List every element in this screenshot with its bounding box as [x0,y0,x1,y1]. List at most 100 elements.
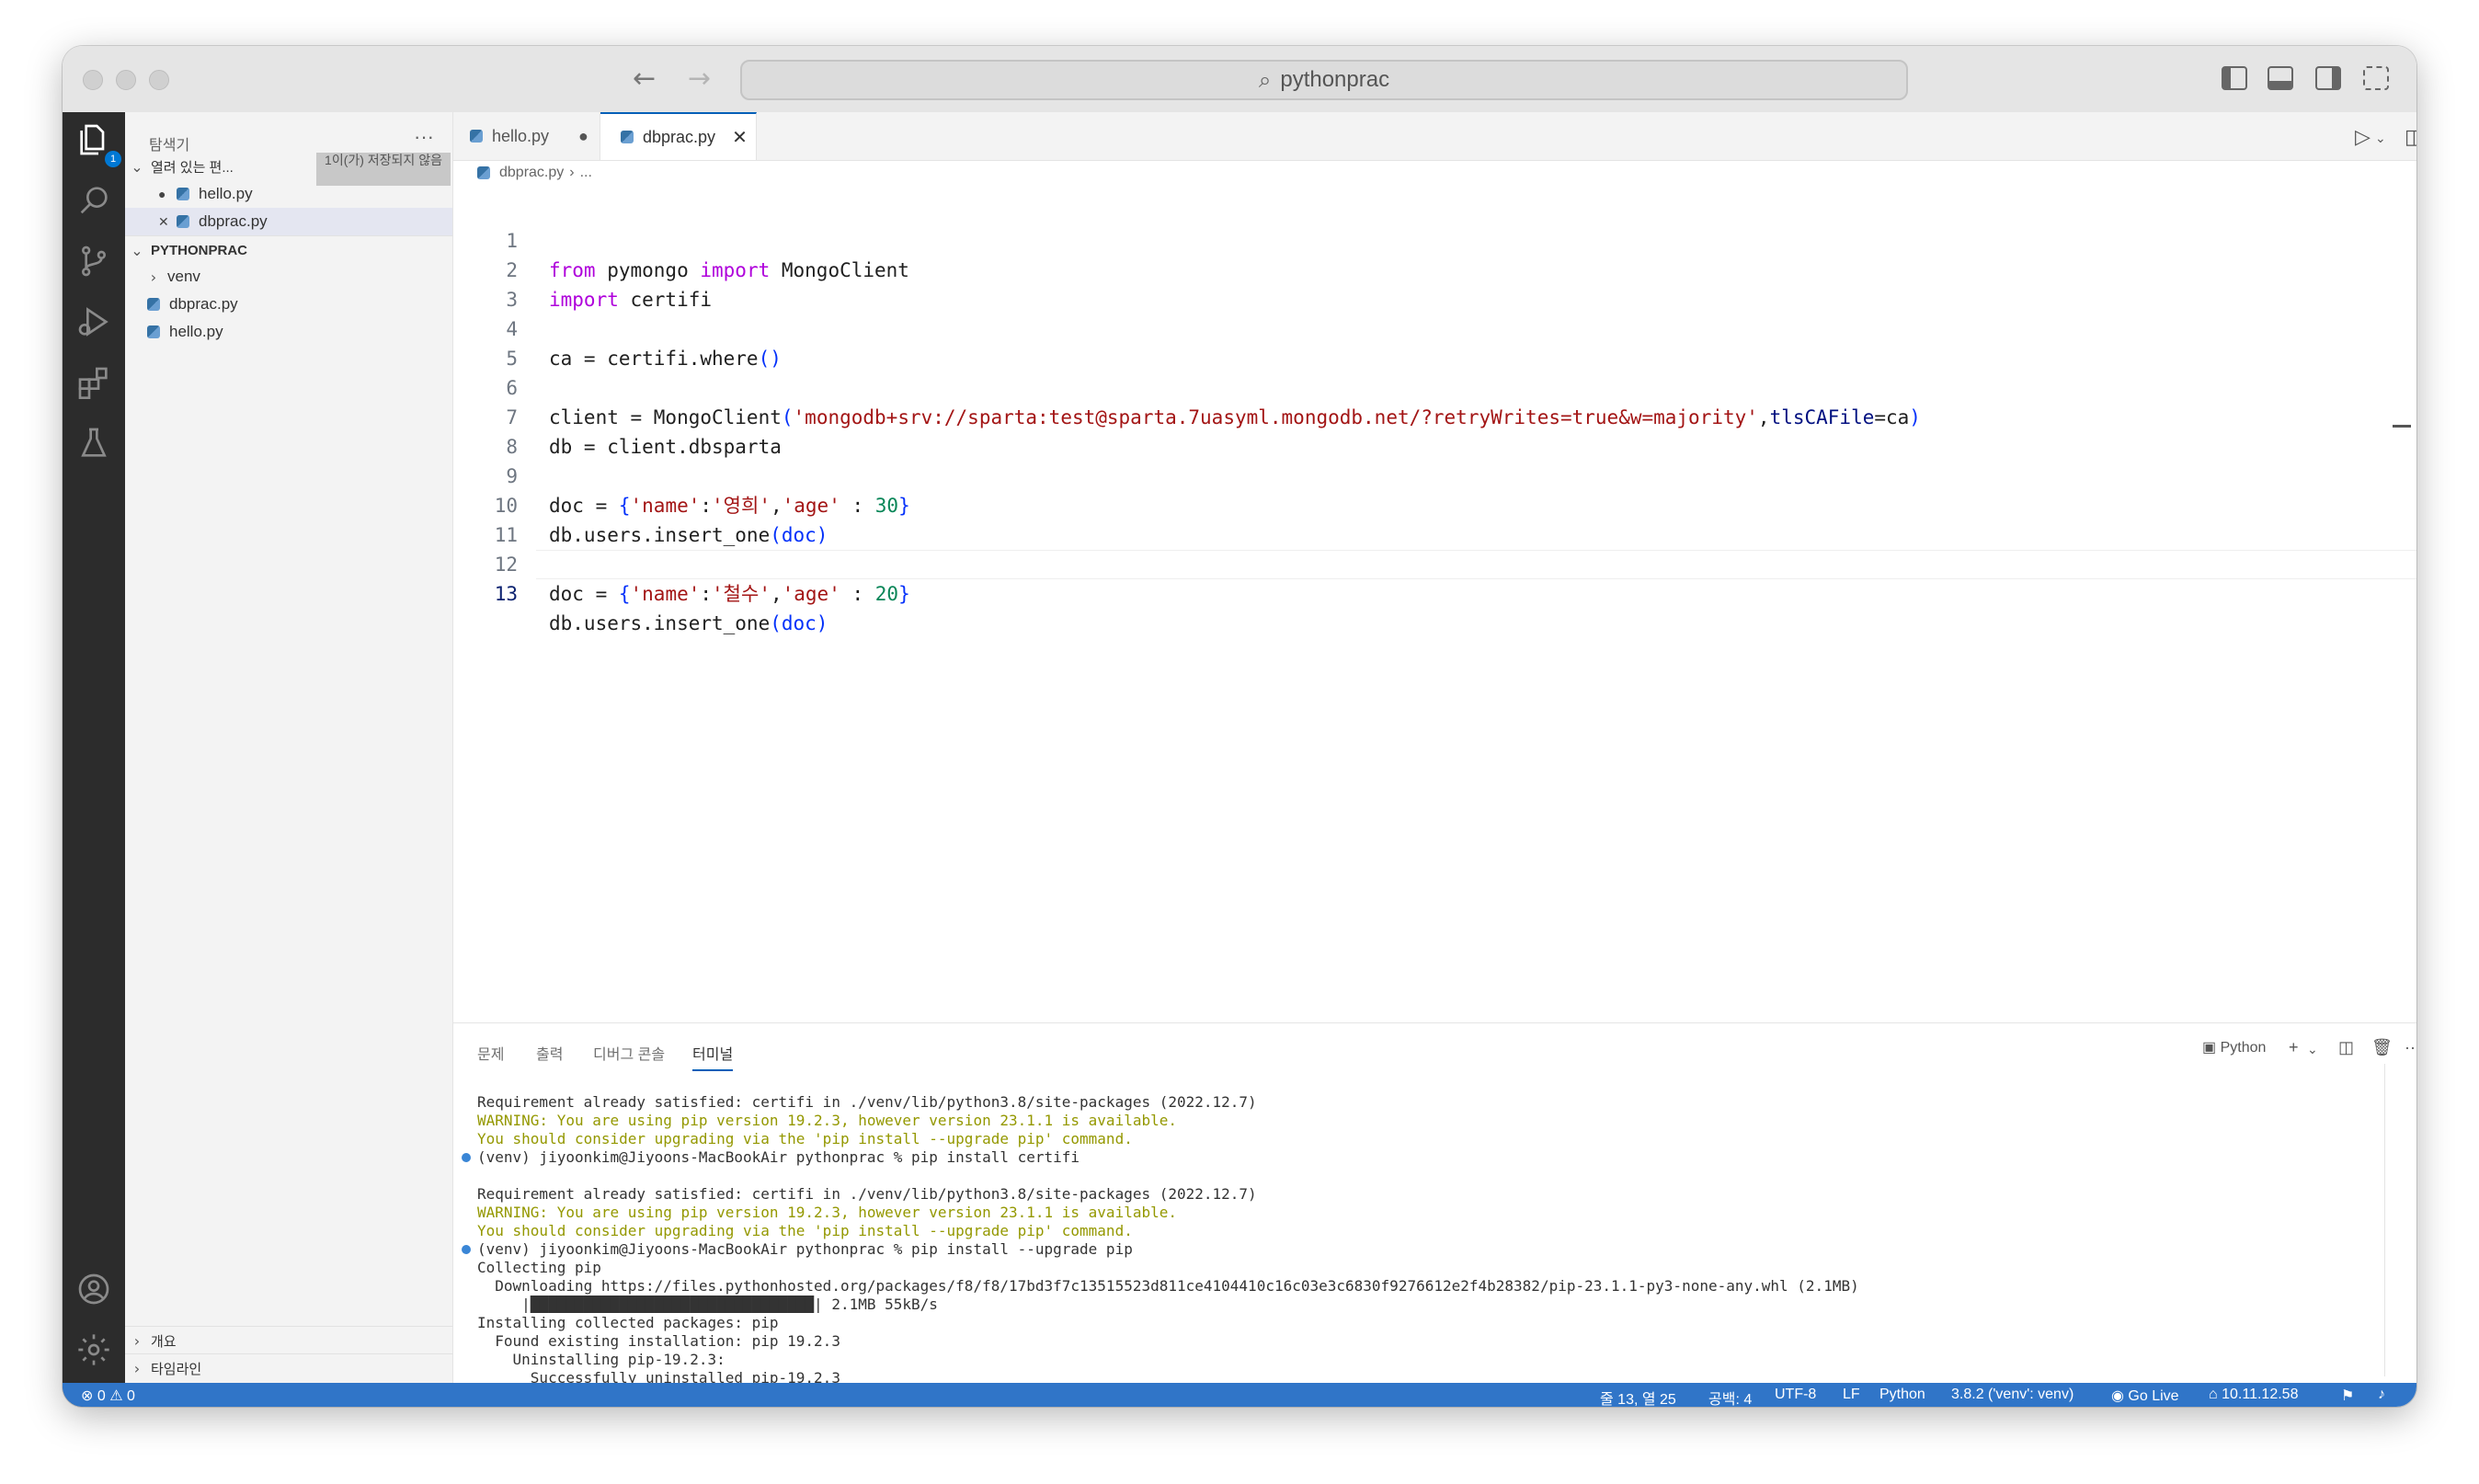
testing-icon[interactable] [75,425,112,462]
feedback-icon[interactable]: ⚑ [2341,1387,2354,1405]
timeline-label: 타임라인 [151,1361,202,1377]
breadcrumb-file[interactable]: dbprac.py [499,165,564,181]
code-line: 7 db = client.dbsparta [453,373,2384,458]
cursor-position[interactable]: 줄 13, 열 25 [1600,1387,1676,1407]
breadcrumb-rest[interactable]: ... [580,165,592,181]
bottom-panel: 문제 출력 디버그 콘솔 터미널 ▣ Python + ⌄ ◫ 🗑 ··· ✕ … [453,1022,2416,1387]
tab-terminal[interactable]: 터미널 [692,1042,734,1071]
terminal-line: Installing collected packages: pip [477,1314,779,1331]
python-file-icon [477,166,490,179]
code-line: 4 ca = certifi.where() [453,285,2384,370]
run-debug-icon[interactable] [75,303,112,340]
notifications-bell-icon[interactable]: ♪ [2378,1387,2385,1403]
run-python-file-icon[interactable]: ▷ [2355,125,2370,149]
code-line: 2 import certifi [453,226,2384,311]
command-decoration-icon[interactable] [462,1153,471,1162]
tab-hello-py[interactable]: hello.py ● [453,112,600,160]
editor-scrollbar-marker[interactable] [2393,425,2411,428]
explorer-icon[interactable]: 1 [75,121,121,167]
code-line: 9 doc = {'name':'영희','age' : 30} [453,432,2384,517]
terminal-icon: ▣ [2202,1040,2217,1056]
split-terminal-icon[interactable]: ◫ [2338,1038,2354,1057]
broadcast-icon: ◉ [2111,1388,2124,1404]
manage-gear-icon[interactable] [75,1331,112,1368]
error-icon: ⊗ [81,1388,94,1404]
chevron-right-icon: › [133,1331,141,1350]
tab-label: dbprac.py [643,127,716,146]
accounts-icon[interactable] [75,1271,112,1307]
ip-status[interactable]: ⌂ 10.11.12.58 [2209,1387,2298,1403]
shell-label: Python [2220,1040,2267,1056]
python-file-icon [147,298,160,311]
outline-section[interactable]: › 개요 [125,1326,452,1354]
open-editor-label: hello.py [199,185,253,202]
terminal-shell-selector[interactable]: ▣ Python [2202,1038,2266,1056]
zoom-window-button[interactable] [149,70,169,90]
tab-output[interactable]: 출력 [536,1042,563,1064]
open-editors-section[interactable]: ⌄ 열려 있는 편... [125,153,452,180]
unsaved-dot-icon[interactable]: ● [578,127,588,146]
terminal-line: Requirement already satisfied: certifi i… [477,1093,1257,1111]
go-live-button[interactable]: ◉ Go Live [2111,1387,2179,1405]
trash-icon[interactable]: 🗑 [2371,1038,2393,1057]
folder-item-venv[interactable]: › venv [125,263,452,291]
terminal-line: (venv) jiyoonkim@Jiyoons-MacBookAir pyth… [477,1148,1080,1166]
project-folder-section[interactable]: ⌄ PYTHONPRAC [125,235,452,264]
terminal-line: You should consider upgrading via the 'p… [477,1222,1133,1239]
back-arrow-icon[interactable]: ← [633,63,656,95]
explorer-sidebar: 탐색기 ··· 1이(가) 저장되지 않음 ⌄ 열려 있는 편... ● hel… [125,112,453,1383]
python-interpreter[interactable]: 3.8.2 ('venv': venv) [1951,1387,2073,1403]
terminal-line: Found existing installation: pip 19.2.3 [477,1332,840,1350]
language-mode[interactable]: Python [1879,1387,1925,1403]
warning-icon: ⚠ [109,1388,123,1404]
code-line: 6 client = MongoClient('mongodb+srv://sp… [453,344,2384,428]
minimize-window-button[interactable] [116,70,136,90]
search-icon[interactable] [75,182,112,219]
split-editor-icon[interactable]: ◫ [2405,125,2416,149]
more-actions-icon[interactable]: ··· [2405,1038,2416,1057]
open-editor-item[interactable]: ● hello.py [125,180,452,208]
file-item-hello[interactable]: hello.py [125,318,452,346]
open-editor-item[interactable]: ✕ dbprac.py [125,208,452,235]
terminal-line: Uninstalling pip-19.2.3: [477,1351,725,1368]
explorer-more-icon[interactable]: ··· [414,125,434,149]
explorer-title: 탐색기 [149,138,190,154]
extensions-icon[interactable] [75,364,112,401]
close-icon[interactable]: ✕ [158,214,177,230]
search-icon: ⌕ [1258,67,1272,93]
warning-count: 0 [127,1388,135,1404]
file-item-dbprac[interactable]: dbprac.py [125,291,452,318]
forward-arrow-icon[interactable]: → [688,63,711,95]
close-tab-icon[interactable]: ✕ [732,126,748,149]
terminal-line: WARNING: You are using pip version 19.2.… [477,1204,1177,1221]
chevron-down-icon[interactable]: ⌄ [2307,1042,2318,1057]
command-center-search[interactable]: ⌕ pythonprac [740,60,1908,100]
close-window-button[interactable] [83,70,103,90]
source-control-icon[interactable] [75,243,112,280]
python-file-icon [177,188,189,200]
title-bar: ← → ⌕ pythonprac [63,46,2416,113]
file-label: dbprac.py [169,295,238,313]
toggle-secondary-sidebar-icon[interactable] [2315,66,2341,90]
customize-layout-icon[interactable] [2363,66,2389,90]
chevron-down-icon[interactable]: ⌄ [2375,131,2386,146]
new-terminal-icon[interactable]: + [2289,1038,2299,1057]
chevron-right-icon: › [569,165,575,180]
terminal-line: (venv) jiyoonkim@Jiyoons-MacBookAir pyth… [477,1240,1133,1258]
indentation-status[interactable]: 공백: 4 [1708,1387,1752,1407]
open-editor-label: dbprac.py [199,212,268,230]
code-editor[interactable]: 1 from pymongo import MongoClient 2 impo… [453,186,2416,1022]
code-line: 11 [453,491,2384,546]
tab-problems[interactable]: 문제 [477,1042,504,1064]
python-file-icon [621,131,634,143]
toggle-panel-icon[interactable] [2268,66,2293,90]
tab-dbprac-py[interactable]: dbprac.py ✕ [600,112,757,160]
eol-status[interactable]: LF [1843,1387,1860,1403]
command-decoration-icon[interactable] [462,1245,471,1254]
encoding-status[interactable]: UTF-8 [1775,1387,1816,1403]
chevron-right-icon: › [133,1359,141,1377]
problems-status[interactable]: ⊗ 0 ⚠ 0 [81,1387,135,1405]
toggle-primary-sidebar-icon[interactable] [2222,66,2247,90]
timeline-section[interactable]: › 타임라인 [125,1353,452,1382]
tab-debug-console[interactable]: 디버그 콘솔 [593,1042,665,1064]
